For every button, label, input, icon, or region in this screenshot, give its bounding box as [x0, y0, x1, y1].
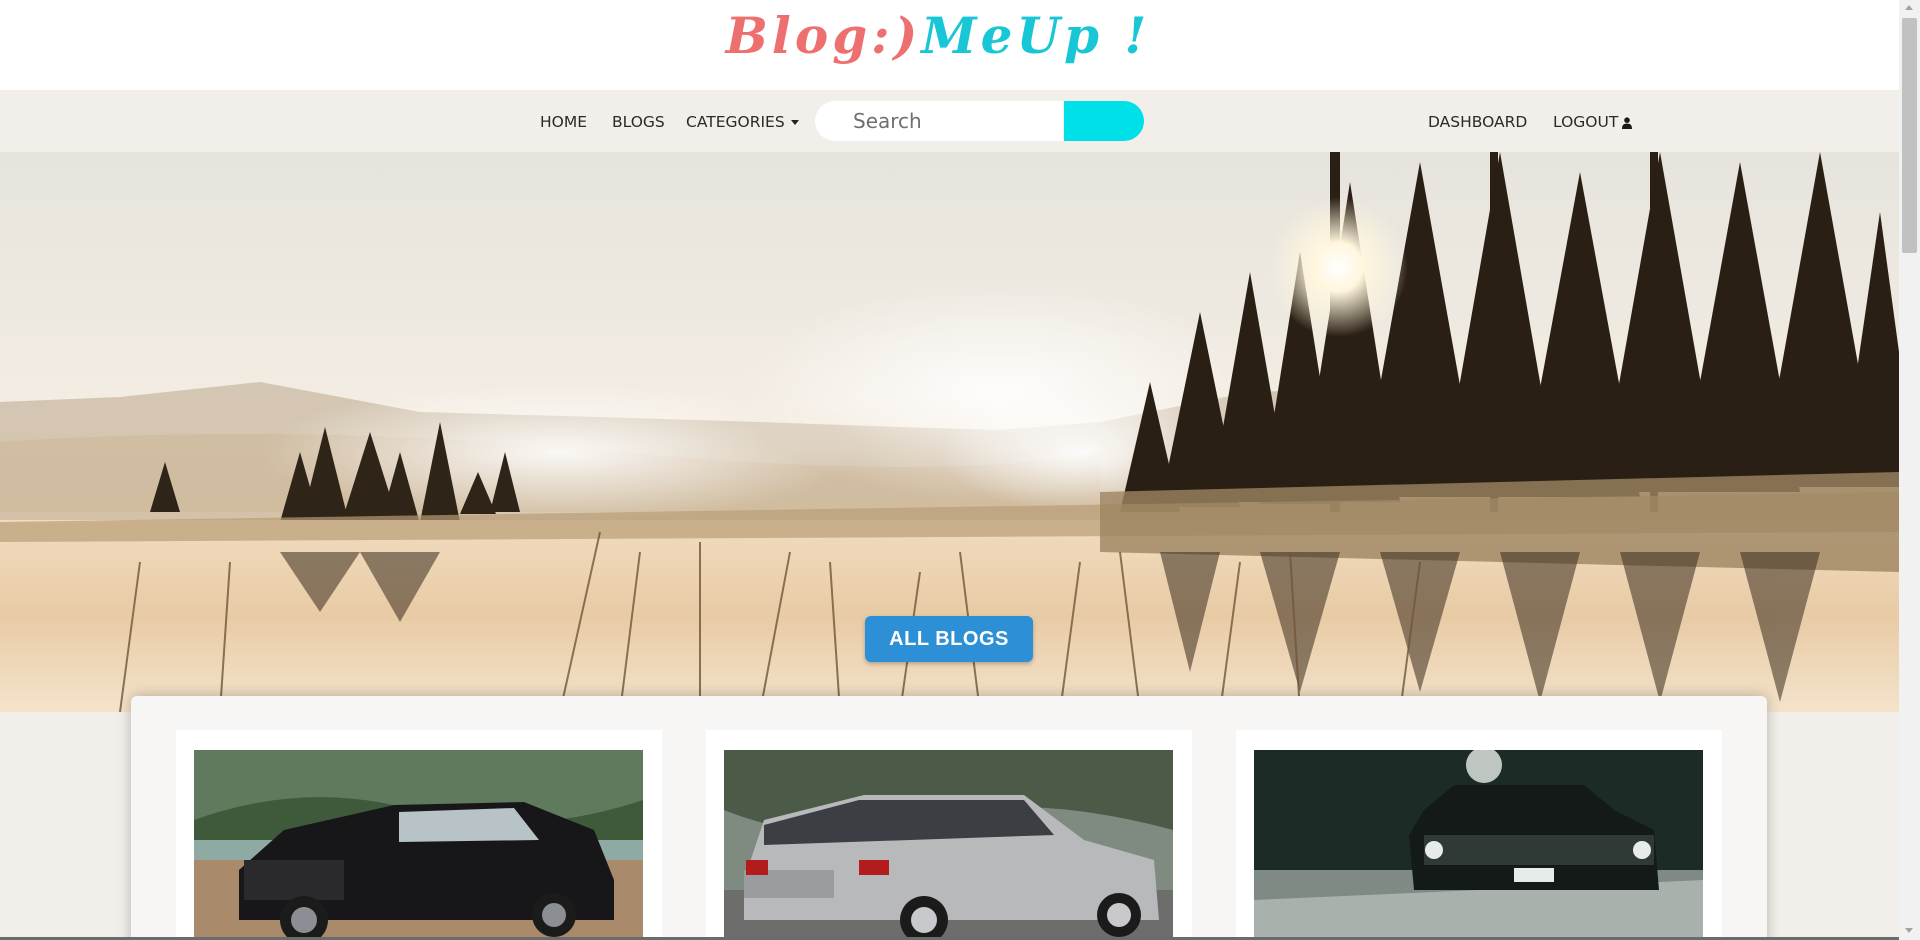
site-logo[interactable]: Blog:)MeUp ! [0, 4, 1876, 68]
caret-down-icon [790, 120, 799, 125]
logo-part-blog: Blog:) [725, 6, 922, 65]
nav-categories-label: CATEGORIES [686, 113, 785, 131]
search-input[interactable] [815, 101, 1073, 141]
blog-card-image [1254, 750, 1703, 940]
blog-card[interactable] [176, 730, 662, 940]
page-viewport: Blog:)MeUp ! HOME BLOGS CATEGORIES DASHB… [0, 0, 1899, 940]
blog-card-image [724, 750, 1173, 940]
scroll-up-icon[interactable] [1905, 5, 1913, 10]
nav-home-link[interactable]: HOME [540, 112, 587, 132]
blog-card-image [194, 750, 643, 940]
site-header: Blog:)MeUp ! [0, 0, 1899, 90]
nav-blogs-link[interactable]: BLOGS [612, 112, 665, 132]
page-scrollbar[interactable] [1899, 0, 1920, 940]
search-box [815, 101, 1073, 141]
blog-card[interactable] [706, 730, 1192, 940]
nav-logout-link[interactable]: LOGOUT [1553, 112, 1633, 132]
search-button[interactable] [1064, 101, 1144, 141]
nav-categories-dropdown[interactable]: CATEGORIES [686, 112, 799, 132]
silver-suv-image [724, 750, 1173, 940]
scroll-down-icon[interactable] [1905, 928, 1913, 933]
blog-cards-panel [131, 696, 1767, 940]
nav-dashboard-link[interactable]: DASHBOARD [1428, 112, 1527, 132]
nav-logout-label: LOGOUT [1553, 113, 1619, 131]
scrollbar-thumb[interactable] [1902, 18, 1917, 253]
logo-part-meup: MeUp ! [921, 6, 1151, 65]
black-suv-image [194, 750, 643, 940]
blog-card[interactable] [1236, 730, 1722, 940]
main-navbar: HOME BLOGS CATEGORIES DASHBOARD LOGOUT [0, 90, 1899, 152]
user-icon [1622, 116, 1633, 129]
vintage-car-image [1254, 750, 1703, 940]
all-blogs-button[interactable]: ALL BLOGS [865, 616, 1033, 662]
